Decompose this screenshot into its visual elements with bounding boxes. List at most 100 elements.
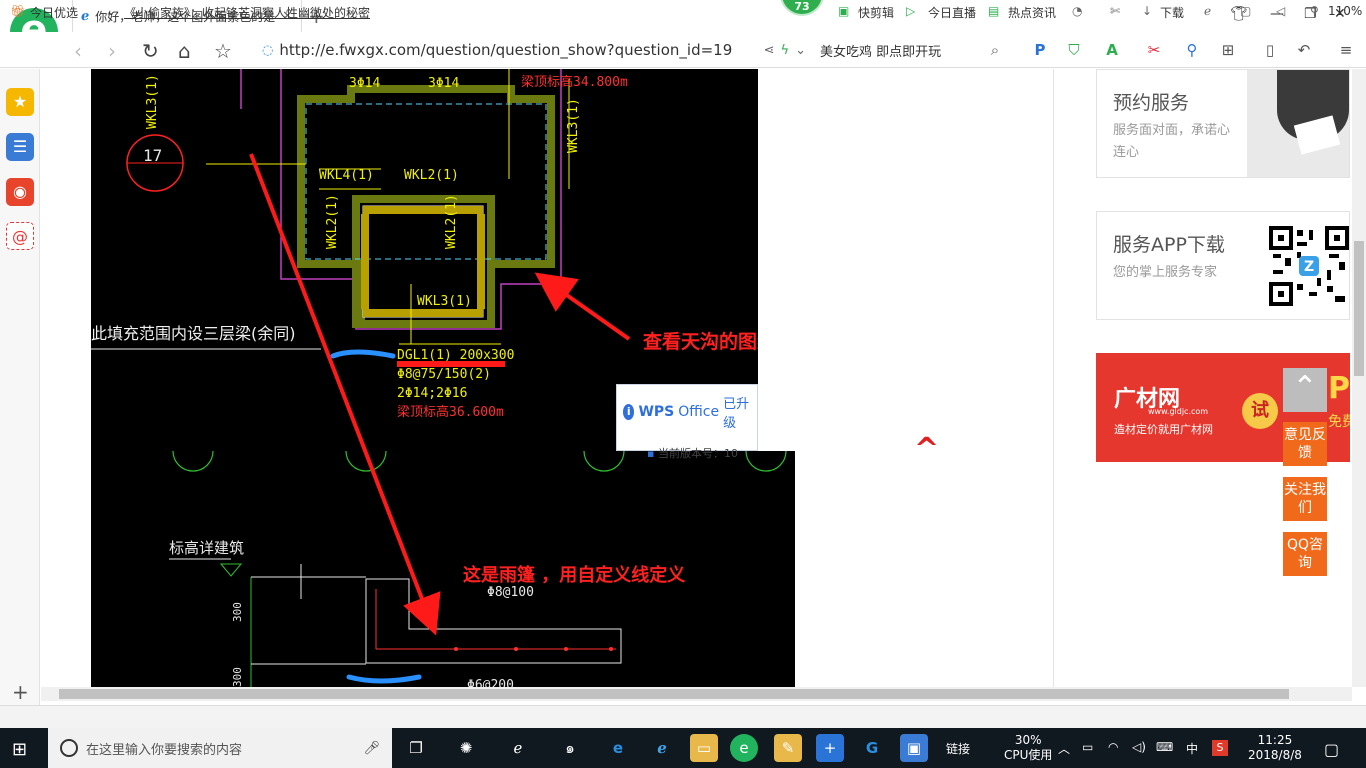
app-download-card[interactable]: 服务APP下载 您的掌上服务专家 Z [1096, 211, 1350, 320]
address-bar[interactable]: ◌ http://e.fwxgx.com/question/question_s… [258, 37, 806, 63]
refresh-button[interactable]: ↻ [142, 39, 159, 63]
tray-expand-icon[interactable]: ︿ [1058, 740, 1070, 757]
qr-code-icon: Z [1269, 226, 1349, 306]
label-wkl3-center: WKL3(1) [417, 294, 472, 309]
sogou-ime-icon[interactable]: S [1212, 740, 1228, 756]
cpu-percent: 30% [1014, 733, 1042, 747]
volume-icon[interactable]: ◁) [1132, 740, 1146, 754]
favorite-star-icon[interactable]: ☆ [214, 39, 232, 63]
hot-news-link[interactable]: 热点资讯 [1008, 4, 1056, 21]
site-icon: ◌ [262, 42, 274, 58]
label-wkl4: WKL4(1) [319, 168, 374, 183]
ad-free-trial: 免费试用 [1328, 414, 1350, 430]
task-view-icon[interactable]: ❐ [402, 734, 430, 762]
annotation-canopy: 这是雨篷 ，用自定义线定义 [463, 564, 685, 586]
ie-mode-icon[interactable]: ℯ [1204, 4, 1211, 18]
edge-icon[interactable]: e [604, 734, 632, 762]
appointment-card[interactable]: 预约服务 服务面对面，承诺心连心 [1096, 69, 1350, 178]
clock[interactable]: 11:25 2018/8/8 [1248, 733, 1302, 763]
follow-us-button[interactable]: 关注我们 [1283, 477, 1327, 521]
ime-indicator[interactable]: 中 [1186, 740, 1198, 757]
back-button[interactable]: ‹ [74, 39, 82, 63]
taskbar-search-box[interactable]: 在这里输入你要搜索的内容 🎤︎ [48, 728, 392, 768]
label-rebar-phi6: Φ6@200 [467, 678, 514, 687]
qq-consult-button[interactable]: QQ咨询 [1283, 532, 1327, 576]
live-link[interactable]: 今日直播 [928, 4, 976, 21]
email-icon[interactable]: @ [6, 222, 34, 250]
cad-drawing-image: 17 WKL3(1) WKL3(1) WKL4(1) WKL2(1) WKL2(… [91, 69, 795, 687]
list-icon[interactable]: ☰ [6, 133, 34, 161]
swirl-app-icon[interactable]: ๑ [556, 734, 584, 762]
apps-grid-icon[interactable]: ⊞ [1218, 40, 1238, 60]
label-detail-title: 标高详建筑 [169, 539, 244, 557]
feedback-button[interactable]: 意见反馈 [1283, 422, 1327, 466]
ie-tab-icon: ℯ [81, 8, 90, 24]
weibo-icon[interactable]: ◉ [6, 178, 34, 206]
fan-app-icon[interactable]: ✺ [452, 734, 480, 762]
battery-icon[interactable]: ▭ [1082, 740, 1093, 754]
shield-icon[interactable]: ⛉ [1064, 40, 1084, 60]
label-wkl2-top: WKL2(1) [404, 168, 459, 183]
ie-icon[interactable]: ℯ [648, 734, 676, 762]
add-app-icon[interactable]: + [816, 734, 844, 762]
taskbar-search-placeholder: 在这里输入你要搜索的内容 [86, 742, 243, 758]
today-pick-label[interactable]: 今日优选 [30, 4, 78, 21]
label-elev-top: 梁顶标高34.800m [521, 74, 628, 90]
news-headline-link[interactable]: 《小偷家族》：收起锋芒洞察人性幽微处的秘密 [124, 4, 370, 21]
link-label[interactable]: 链接 [946, 740, 970, 757]
keyboard-icon[interactable]: ⌨ [1156, 740, 1173, 754]
add-sidebar-button[interactable]: + [12, 680, 29, 704]
window-icon[interactable]: ▢ [1240, 4, 1251, 18]
search-icon[interactable]: ⌕ [985, 40, 1005, 60]
forward-button[interactable]: › [108, 39, 116, 63]
speed-icon[interactable]: ◔ [1072, 4, 1082, 18]
home-button[interactable]: ⌂ [178, 39, 191, 63]
handshake-photo [1247, 70, 1349, 177]
label-wkl3-left: WKL3(1) [145, 74, 160, 129]
windows-start-icon[interactable]: ⊞ [12, 739, 27, 760]
lightning-icon[interactable]: ϟ [781, 43, 790, 58]
play-icon: ▷ [906, 4, 916, 18]
vertical-scrollbar[interactable] [1352, 69, 1366, 687]
wps-update-popup[interactable]: i WPS Office 已升级 ▪ 当前版本号：10 [616, 384, 758, 460]
translate-icon[interactable]: A [1102, 40, 1122, 60]
ad-domain: www.gldjc.com [1148, 407, 1209, 416]
undo-icon[interactable]: ↶ [1294, 40, 1314, 60]
download-icon: ↓ [1142, 4, 1153, 18]
magnifier-icon[interactable]: ⚲ [1182, 40, 1202, 60]
download-link[interactable]: 下载 [1160, 4, 1184, 21]
chevron-down-icon[interactable]: ⌄ [106, 4, 116, 18]
zoom-level[interactable]: 110% [1328, 4, 1362, 18]
file-explorer-icon[interactable]: ▭ [690, 734, 718, 762]
cortana-circle-icon [60, 739, 78, 757]
mute-icon[interactable]: ◁ [1276, 4, 1285, 18]
microphone-icon[interactable]: 🎤︎ [363, 741, 392, 756]
cpu-usage[interactable]: 30% CPU使用 [1004, 733, 1052, 763]
glodon-app-icon[interactable]: G [858, 734, 886, 762]
360-browser-taskbar-icon[interactable]: e [730, 734, 758, 762]
share-icon[interactable]: ⋖ [764, 43, 775, 58]
kuaijianji-link[interactable]: 快剪辑 [858, 4, 894, 21]
vertical-scroll-thumb[interactable] [1354, 241, 1364, 376]
extension-p-icon[interactable]: P [1030, 40, 1050, 60]
phone-icon[interactable]: ▯ [1260, 40, 1280, 60]
app-download-title: 服务APP下载 [1113, 234, 1225, 256]
blue-mark-bottom [346, 674, 422, 684]
panel-divider [1053, 69, 1054, 687]
briefcase-app-icon[interactable]: ▣ [900, 734, 928, 762]
search-suggestion[interactable]: 美女吃鸡 即点即开玩 [820, 41, 941, 60]
favorites-star-icon[interactable]: ★ [6, 88, 34, 116]
chevron-down-icon[interactable]: ⌄ [795, 43, 806, 58]
label-wkl3-right: WKL3(1) [566, 98, 581, 153]
horizontal-scrollbar[interactable] [41, 687, 1352, 701]
notifications-icon[interactable]: ▢ [1324, 740, 1339, 759]
horizontal-scroll-thumb[interactable] [59, 689, 1289, 699]
url-text[interactable]: http://e.fwxgx.com/question/question_sho… [279, 41, 757, 59]
browser-e-taskbar-icon[interactable]: ℯ [504, 734, 532, 762]
wifi-icon[interactable]: ◠ [1108, 740, 1118, 754]
notes-app-icon[interactable]: ✎ [774, 734, 802, 762]
tools-icon[interactable]: ✄ [1110, 4, 1120, 18]
scissors-icon[interactable]: ✂ [1144, 40, 1164, 60]
menu-icon[interactable]: ≡ [1336, 40, 1356, 60]
back-to-top-button[interactable]: ⌃ [1283, 368, 1327, 412]
